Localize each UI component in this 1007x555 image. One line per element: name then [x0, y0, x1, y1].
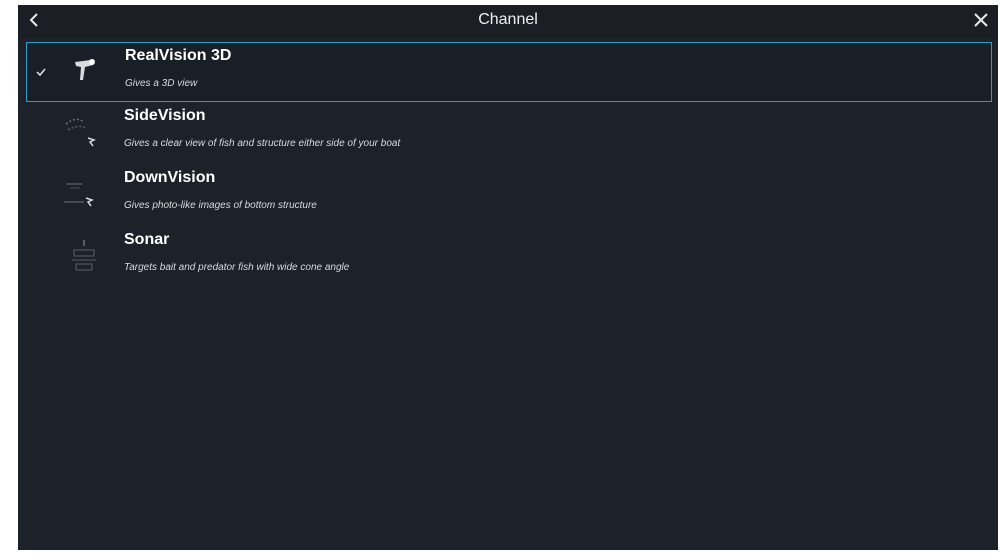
- sonar-icon: [72, 240, 96, 271]
- downvision-icon: [64, 183, 94, 207]
- channel-name: Sonar: [124, 231, 170, 248]
- channel-screen: Channel RealVision 3D Gives a 3D view Si…: [18, 5, 998, 550]
- close-icon: [974, 13, 988, 27]
- page-title: Channel: [478, 11, 538, 28]
- title-bar: Channel: [18, 5, 998, 39]
- channel-name: RealVision 3D: [125, 47, 232, 64]
- list-item-sonar[interactable]: Sonar Targets bait and predator fish wit…: [18, 226, 998, 288]
- realvision-3d-icon: [75, 59, 95, 80]
- close-button[interactable]: [964, 5, 998, 35]
- checkmark-icon: [36, 68, 46, 77]
- channel-list: RealVision 3D Gives a 3D view SideVision…: [18, 42, 998, 288]
- sidevision-icon: [65, 118, 96, 147]
- channel-description: Gives a 3D view: [125, 78, 198, 89]
- channel-description: Targets bait and predator fish with wide…: [124, 262, 350, 273]
- channel-description: Gives photo-like images of bottom struct…: [124, 200, 317, 211]
- channel-name: DownVision: [124, 169, 216, 186]
- list-item-downvision[interactable]: DownVision Gives photo-like images of bo…: [18, 164, 998, 226]
- list-item-realvision-3d[interactable]: RealVision 3D Gives a 3D view: [26, 42, 992, 102]
- channel-description: Gives a clear view of fish and structure…: [124, 138, 401, 149]
- channel-name: SideVision: [124, 107, 206, 124]
- list-item-sidevision[interactable]: SideVision Gives a clear view of fish an…: [18, 102, 998, 164]
